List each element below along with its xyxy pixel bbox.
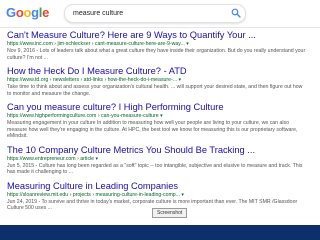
result-snippet: Nov 9, 2016 - Lots of leaders talk about… — [7, 48, 306, 61]
search-box[interactable] — [64, 4, 246, 23]
result-title-link[interactable]: Can you measure culture? I High Performi… — [7, 102, 312, 113]
logo-letter: o — [23, 5, 32, 20]
result-snippet: Take time to think about and assess your… — [7, 84, 303, 97]
search-result: Measuring Culture in Leading Companies h… — [7, 181, 312, 212]
results-list: Can't Measure Culture? Here are 9 Ways t… — [7, 30, 312, 217]
result-snippet: Jun 5, 2015 - Culture has long been rega… — [7, 162, 303, 176]
result-title-link[interactable]: Measuring Culture in Leading Companies — [7, 181, 312, 192]
result-title-link[interactable]: How the Heck Do I Measure Culture? - ATD — [7, 66, 312, 77]
result-url[interactable]: https://www.entrepreneur.com › article ▾ — [7, 156, 312, 163]
result-title-link[interactable]: Can't Measure Culture? Here are 9 Ways t… — [7, 30, 312, 41]
logo-letter: g — [31, 5, 39, 20]
google-logo[interactable]: Google — [6, 6, 49, 20]
result-url[interactable]: https://sloanreview.mit.edu › projects ›… — [7, 192, 312, 199]
result-snippet: Measuring engagement in your culture In … — [7, 120, 298, 139]
header: Google — [0, 0, 320, 28]
search-result: Can't Measure Culture? Here are 9 Ways t… — [7, 30, 312, 61]
background-band — [0, 225, 320, 240]
search-results-page: Google Can't Measure Culture? Here are 9… — [0, 0, 320, 225]
screenshot-tooltip: Screenshot — [152, 208, 188, 218]
search-input[interactable] — [73, 7, 223, 20]
search-result: Can you measure culture? I High Performi… — [7, 102, 312, 140]
result-url[interactable]: https://www.inc.com › jim-schleckser › c… — [7, 41, 312, 48]
search-icon[interactable] — [231, 8, 241, 18]
search-result: The 10 Company Culture Metrics You Shoul… — [7, 145, 312, 176]
search-result: How the Heck Do I Measure Culture? - ATD… — [7, 66, 312, 97]
logo-letter: G — [6, 5, 16, 20]
logo-letter: o — [15, 5, 24, 20]
logo-letter: e — [42, 5, 50, 20]
result-url[interactable]: https://www.highperformingculture.com › … — [7, 113, 312, 120]
result-url[interactable]: https://www.td.org › newsletters › atd-l… — [7, 77, 312, 84]
result-title-link[interactable]: The 10 Company Culture Metrics You Shoul… — [7, 145, 312, 156]
